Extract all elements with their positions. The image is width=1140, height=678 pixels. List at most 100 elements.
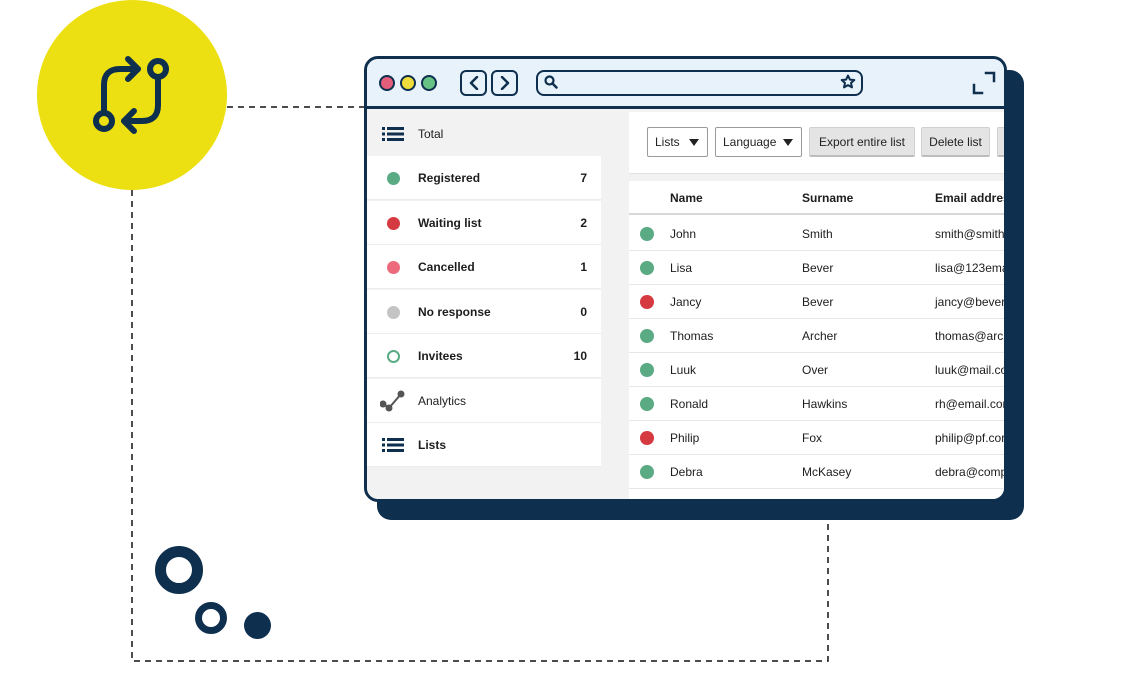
table-row[interactable]: Ronald Hawkins rh@email.cor bbox=[629, 387, 1007, 421]
search-icon bbox=[544, 75, 558, 89]
cell-surname: Bever bbox=[802, 295, 834, 309]
cell-surname: Hawkins bbox=[802, 397, 848, 411]
cell-name: Ronald bbox=[670, 397, 709, 411]
status-ring-icon bbox=[386, 349, 400, 363]
table-row[interactable]: Aubrey Schulz aubrey@123 bbox=[629, 489, 1004, 502]
sidebar-item-waiting-list[interactable]: Waiting list 2 bbox=[367, 201, 601, 245]
cell-name: Thomas bbox=[670, 329, 714, 343]
cell-surname: Schulz bbox=[802, 499, 838, 502]
table-row[interactable]: Thomas Archer thomas@arch bbox=[629, 319, 1007, 353]
cell-email: luuk@mail.co bbox=[935, 363, 1007, 377]
main-panel: Lists Language Export entire list Delete… bbox=[629, 112, 1007, 502]
cell-email: smith@smith bbox=[935, 227, 1005, 241]
forward-icon bbox=[500, 76, 509, 90]
status-dot-icon bbox=[640, 431, 654, 445]
cell-surname: Fox bbox=[802, 431, 823, 445]
toolbar: Lists Language Export entire list Delete… bbox=[629, 112, 1004, 174]
caret-down-icon bbox=[689, 139, 699, 146]
cell-surname: Archer bbox=[802, 329, 838, 343]
cell-email: philip@pf.cor bbox=[935, 431, 1006, 445]
minimize-window-button[interactable] bbox=[400, 75, 416, 91]
cell-name: Debra bbox=[670, 465, 703, 479]
sidebar-item-count: 7 bbox=[580, 170, 587, 185]
back-button[interactable] bbox=[460, 70, 487, 96]
column-header-name[interactable]: Name bbox=[670, 191, 703, 205]
sidebar-item-lists[interactable]: Lists bbox=[367, 423, 601, 467]
cell-email: jancy@bever. bbox=[935, 295, 1007, 309]
cell-email: debra@comp bbox=[935, 465, 1007, 479]
lists-dropdown-value: Lists bbox=[655, 135, 680, 149]
cell-email: lisa@123emai bbox=[935, 261, 1007, 275]
sidebar-item-label: Invitees bbox=[418, 348, 463, 363]
cell-name: Jancy bbox=[670, 295, 702, 309]
table-row[interactable]: Luuk Over luuk@mail.co bbox=[629, 353, 1007, 387]
star-icon[interactable] bbox=[840, 74, 856, 90]
sidebar-item-label: Total bbox=[418, 127, 444, 141]
sidebar-item-count: 2 bbox=[580, 215, 587, 230]
language-dropdown[interactable]: Language bbox=[715, 127, 802, 157]
sidebar-item-label: Analytics bbox=[418, 393, 467, 408]
expand-icon[interactable] bbox=[971, 70, 997, 96]
column-header-email[interactable]: Email address bbox=[935, 191, 1004, 205]
status-dot-icon bbox=[386, 216, 400, 230]
more-toolbar-button[interactable] bbox=[997, 127, 1004, 157]
sidebar-item-total[interactable]: Total bbox=[367, 112, 601, 156]
language-dropdown-value: Language bbox=[723, 135, 777, 149]
sidebar-item-cancelled[interactable]: Cancelled 1 bbox=[367, 245, 601, 289]
cell-name: Aubrey bbox=[670, 499, 708, 502]
cell-email: aubrey@123 bbox=[935, 499, 1004, 502]
table-row[interactable]: Jancy Bever jancy@bever. bbox=[629, 285, 1007, 319]
cell-name: Lisa bbox=[670, 261, 693, 275]
table-row[interactable]: Debra McKasey debra@comp bbox=[629, 455, 1007, 489]
sidebar-item-count: 0 bbox=[580, 304, 587, 319]
sidebar-item-label: No response bbox=[418, 304, 491, 319]
column-header-surname[interactable]: Surname bbox=[802, 191, 853, 205]
cell-surname: Over bbox=[802, 363, 829, 377]
cell-name: Philip bbox=[670, 431, 700, 445]
status-dot-icon bbox=[640, 227, 654, 241]
cell-surname: Bever bbox=[802, 261, 834, 275]
forward-button[interactable] bbox=[491, 70, 518, 96]
export-list-button[interactable]: Export entire list bbox=[809, 127, 915, 157]
sidebar: Total Registered 7 Waiting list 2 Cancel… bbox=[367, 112, 603, 499]
address-input[interactable] bbox=[562, 73, 842, 93]
table-row[interactable]: John Smith smith@smith bbox=[629, 217, 1005, 251]
lists-dropdown[interactable]: Lists bbox=[647, 127, 708, 157]
cell-surname: McKasey bbox=[802, 465, 852, 479]
sidebar-item-no-response[interactable]: No response 0 bbox=[367, 290, 601, 334]
status-dot-icon bbox=[386, 305, 400, 319]
back-icon bbox=[469, 76, 478, 90]
delete-list-button[interactable]: Delete list bbox=[921, 127, 990, 157]
status-dot-icon bbox=[386, 260, 400, 274]
analytics-icon bbox=[379, 379, 407, 423]
maximize-window-button[interactable] bbox=[421, 75, 437, 91]
address-bar[interactable] bbox=[536, 70, 863, 96]
cell-name: Luuk bbox=[670, 363, 697, 377]
list-icon bbox=[379, 423, 407, 467]
status-dot-icon bbox=[640, 499, 654, 502]
hero-badge bbox=[37, 0, 227, 190]
caret-down-icon bbox=[783, 139, 793, 146]
browser-titlebar bbox=[367, 59, 1004, 109]
decor-dot bbox=[244, 612, 271, 639]
status-dot-icon bbox=[386, 171, 400, 185]
list-icon bbox=[379, 112, 407, 156]
attendee-table: Name Surname Email address John Smith smit… bbox=[629, 181, 1007, 502]
sidebar-item-label: Waiting list bbox=[418, 215, 482, 230]
swap-arrows-icon bbox=[93, 56, 169, 134]
table-row[interactable]: Philip Fox philip@pf.cor bbox=[629, 421, 1006, 455]
sidebar-item-analytics[interactable]: Analytics bbox=[367, 379, 601, 423]
sidebar-item-registered[interactable]: Registered 7 bbox=[367, 156, 601, 200]
status-dot-icon bbox=[640, 397, 654, 411]
decor-ring-small bbox=[195, 602, 227, 634]
decor-ring-large bbox=[155, 546, 203, 594]
browser-window: Total Registered 7 Waiting list 2 Cancel… bbox=[364, 56, 1007, 502]
cell-email: thomas@arch bbox=[935, 329, 1007, 343]
sidebar-item-invitees[interactable]: Invitees 10 bbox=[367, 334, 601, 378]
table-row[interactable]: Lisa Bever lisa@123emai bbox=[629, 251, 1007, 285]
sidebar-item-label: Cancelled bbox=[418, 259, 475, 274]
cell-email: rh@email.cor bbox=[935, 397, 1007, 411]
sidebar-item-label: Lists bbox=[418, 437, 447, 452]
close-window-button[interactable] bbox=[379, 75, 395, 91]
status-dot-icon bbox=[640, 261, 654, 275]
